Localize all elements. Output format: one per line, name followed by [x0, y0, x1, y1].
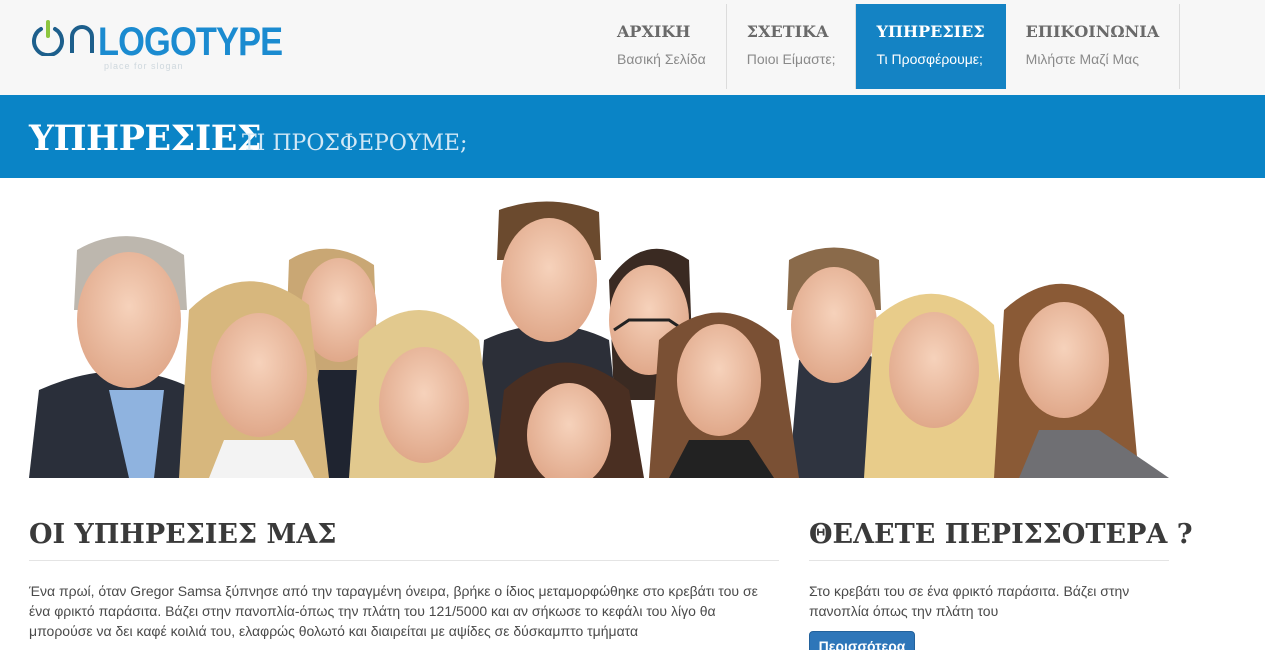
power-icon: [32, 20, 64, 56]
nav-item-services[interactable]: ΥΠΗΡΕΣΙΕΣ Τι Προσφέρουμε;: [856, 4, 1006, 89]
nav-item-subtitle: Τι Προσφέρουμε;: [876, 51, 983, 67]
main-nav: ΑΡΧΙΚΗ Βασική Σελίδα ΣΧΕΤΙΚΑ Ποιοι Είμασ…: [597, 4, 1181, 89]
nav-item-contact[interactable]: ΕΠΙΚΟΙΝΩΝΙΑ Μιλήστε Μαζί Μας: [1006, 4, 1181, 89]
more-divider: [809, 560, 1169, 561]
more-button[interactable]: Περισσότερα: [809, 631, 915, 650]
services-text: Ένα πρωί, όταν Gregor Samsa ξύπνησε από …: [29, 583, 758, 639]
page-title: ΥΠΗΡΕΣΙΕΣ: [29, 118, 262, 159]
services-divider: [29, 560, 779, 561]
nav-item-title: ΥΠΗΡΕΣΙΕΣ: [876, 22, 985, 41]
nav-item-subtitle: Ποιοι Είμαστε;: [746, 51, 836, 67]
nav-item-subtitle: Μιλήστε Μαζί Μας: [1025, 51, 1139, 67]
more-heading: ΘΕΛΕΤΕ ΠΕΡΙΣΣΟΤΕΡΑ ?: [809, 519, 1193, 550]
group-photo-illustration: [29, 201, 1169, 478]
services-heading: ΟΙ ΥΠΗΡΕΣΙΕΣ ΜΑΣ: [29, 519, 337, 550]
more-text: Στο κρεβάτι του σε ένα φρικτό παράσιτα. …: [809, 583, 1130, 619]
nav-item-home[interactable]: ΑΡΧΙΚΗ Βασική Σελίδα: [597, 4, 727, 89]
nav-item-title: ΣΧΕΤΙΚΑ: [746, 22, 829, 41]
page-subtitle: ΤΙ ΠΡΟΣΦΕΡΟΥΜΕ;: [242, 131, 468, 156]
logo-n-glyph: [70, 25, 94, 53]
nav-item-about[interactable]: ΣΧΕΤΙΚΑ Ποιοι Είμαστε;: [727, 4, 857, 89]
nav-item-title: ΑΡΧΙΚΗ: [617, 22, 691, 41]
logo-slogan: place for slogan: [104, 61, 184, 71]
site-header: LOGOTYPE place for slogan ΑΡΧΙΚΗ Βασική …: [0, 0, 1265, 95]
nav-item-title: ΕΠΙΚΟΙΝΩΝΙΑ: [1025, 22, 1160, 41]
nav-item-subtitle: Βασική Σελίδα: [617, 51, 706, 67]
hero-image: [29, 200, 1169, 478]
logo-text: LOGOTYPE: [98, 20, 283, 64]
site-logo[interactable]: LOGOTYPE place for slogan: [30, 16, 283, 72]
